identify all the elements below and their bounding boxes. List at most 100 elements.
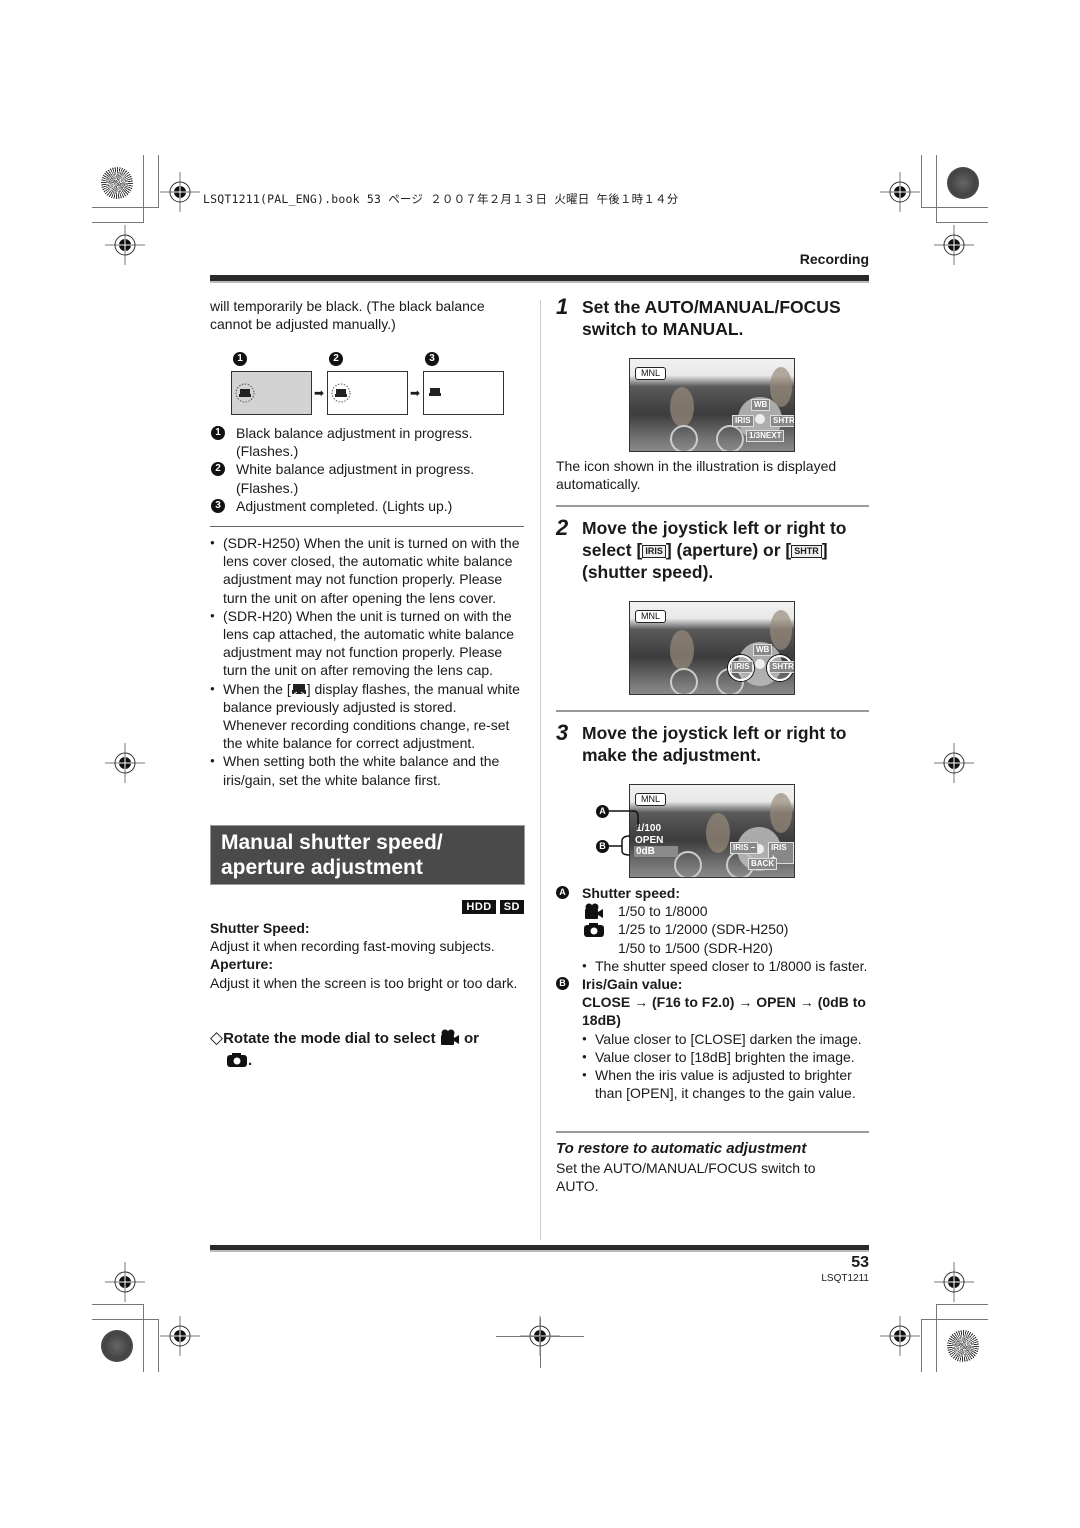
- instruction-text: ] (aperture) or [: [665, 540, 792, 560]
- step-number-1: 1: [233, 352, 247, 366]
- iris-readout: OPEN: [635, 835, 664, 846]
- iris-osd-icon: IRIS: [731, 661, 753, 673]
- callout-a: A: [556, 886, 569, 899]
- legend-text: Black balance adjustment in progress. (F…: [236, 425, 473, 460]
- diagram-panel-completed: [423, 371, 504, 415]
- callout-b: B: [556, 977, 569, 991]
- iris-gain-notes: Value closer to [CLOSE] darken the image…: [582, 1030, 872, 1103]
- iris-gain-heading: Iris/Gain value:: [582, 976, 683, 993]
- crosshair-target-icon: [160, 1316, 200, 1356]
- iris-osd-icon: IRIS: [732, 415, 754, 427]
- note-item: The shutter speed closer to 1/8000 is fa…: [582, 957, 872, 975]
- shutter-speed-heading: Shutter speed:: [582, 885, 681, 901]
- divider: [556, 710, 869, 712]
- arrow-right-icon: ➡: [314, 386, 325, 400]
- iris-icon: IRIS: [642, 545, 666, 558]
- video-range-text: 1/50 to 1/8000: [618, 903, 708, 920]
- note-item: (SDR-H250) When the unit is turned on wi…: [210, 534, 524, 607]
- wb-osd-icon: WB: [753, 644, 773, 656]
- column-separator: [540, 300, 541, 1240]
- lcd-screen-step1: MNL WB IRIS SHTR 1/3NEXT: [629, 358, 795, 452]
- wb-osd-icon: WB: [751, 399, 771, 411]
- diamond-icon: ◇: [210, 1028, 224, 1047]
- video-mode-icon: [585, 903, 603, 920]
- mode-dial-instruction: ◇Rotate the mode dial to select or .: [210, 1027, 524, 1072]
- legend-item: 2 White balance adjustment in progress. …: [210, 460, 520, 496]
- shtr-osd-icon: SHTR: [770, 415, 794, 427]
- note-item: Value closer to [18dB] brighten the imag…: [582, 1048, 872, 1066]
- doc-code: LSQT1211: [821, 1273, 869, 1284]
- legend-text: Adjustment completed. (Lights up.): [236, 497, 453, 514]
- crosshair-target-icon: [934, 743, 974, 783]
- white-balance-flashing-icon: [331, 383, 351, 403]
- shutter-speed-heading-row: A Shutter speed:: [556, 884, 872, 902]
- gain-readout: 0dB: [634, 846, 678, 857]
- iris-minus-osd-icon: IRIS −: [730, 842, 759, 854]
- note-item: When setting both the white balance and …: [210, 752, 524, 788]
- page-number: 53: [851, 1254, 869, 1271]
- arrow-right-icon: ➡: [410, 386, 421, 400]
- shutter-speed-details: A Shutter speed: 1/50 to 1/8000 1/25 to …: [556, 884, 872, 1102]
- step-number-3: 3: [425, 352, 439, 366]
- section-label: Recording: [799, 251, 869, 267]
- shtr-osd-icon: SHTR: [769, 661, 794, 673]
- shtr-icon: SHTR: [791, 545, 822, 558]
- callout-b-leader: [609, 835, 631, 856]
- legend-number: 2: [211, 462, 225, 477]
- note-item: (SDR-H20) When the unit is turned on wit…: [210, 607, 524, 680]
- step-number: 1: [556, 294, 569, 319]
- intro-text: will temporarily be black. (The black ba…: [210, 298, 485, 333]
- step-instruction: Set the AUTO/MANUAL/FOCUS switch to MANU…: [582, 297, 841, 339]
- lcd-screen-step3: MNL 1/100 OPEN 0dB IRIS − IRIS + BACK: [629, 784, 795, 878]
- crosshair-target-icon: [105, 225, 145, 265]
- aperture-text: Adjust it when the screen is too bright …: [210, 974, 518, 991]
- legend-item: 1 Black balance adjustment in progress. …: [210, 424, 520, 460]
- restore-heading: To restore to automatic adjustment: [556, 1140, 807, 1157]
- white-balance-flashing-icon: [235, 383, 255, 403]
- shutter-speed-heading: Shutter Speed:: [210, 920, 310, 936]
- note-item: Value closer to [CLOSE] darken the image…: [582, 1030, 872, 1048]
- crosshair-target-icon: [934, 1262, 974, 1302]
- white-balance-icon: [429, 388, 441, 396]
- step-number: 2: [556, 515, 569, 540]
- white-balance-icon: [291, 683, 306, 695]
- mnl-indicator: MNL: [635, 610, 667, 623]
- registration-disc-icon: [947, 167, 979, 199]
- divider: [210, 526, 524, 527]
- legend-text: White balance adjustment in progress. (F…: [236, 461, 475, 496]
- instruction-text: Rotate the mode dial to select: [223, 1030, 436, 1047]
- divider: [556, 505, 869, 507]
- note-text: When the [: [223, 680, 291, 697]
- divider: [556, 1131, 869, 1133]
- diagram-panel-white-balance: [327, 371, 408, 415]
- bottom-rule: [210, 1245, 869, 1250]
- media-badges: HDD SD: [420, 897, 524, 915]
- section-title: Manual shutter speed/ aperture adjustmen…: [210, 825, 525, 885]
- note-item: When the iris value is adjusted to brigh…: [582, 1066, 872, 1102]
- step1-caption: The icon shown in the illustration is di…: [556, 458, 837, 493]
- note-item: When the [] display flashes, the manual …: [210, 680, 524, 753]
- iris-gain-heading-row: B Iris/Gain value: CLOSE → (F16 to F2.0)…: [556, 975, 872, 1030]
- step-instruction: Move the joystick left or right to selec…: [582, 517, 872, 583]
- crosshair-target-icon: [160, 172, 200, 212]
- sd-badge: SD: [499, 900, 524, 914]
- shutter-speed-text: Adjust it when recording fast-moving sub…: [210, 938, 495, 955]
- back-osd-icon: BACK: [748, 858, 778, 870]
- callout-a-leader: [609, 810, 639, 827]
- legend-item: 3 Adjustment completed. (Lights up.): [210, 497, 520, 515]
- section-title-line: Manual shutter speed/: [221, 831, 443, 854]
- hdd-badge: HDD: [462, 900, 496, 914]
- photo-range-text: 1/50 to 1/500 (SDR-H20): [618, 939, 773, 956]
- crosshair-target-icon: [105, 743, 145, 783]
- notes-list: (SDR-H250) When the unit is turned on wi…: [210, 534, 524, 789]
- mnl-indicator: MNL: [635, 367, 667, 380]
- step-number: 3: [556, 720, 569, 745]
- aperture-heading: Aperture:: [210, 956, 274, 973]
- registration-disc-icon: [947, 1330, 979, 1362]
- legend-number: 1: [211, 426, 225, 440]
- lcd-screen-step2: MNL WB IRIS SHTR: [629, 601, 795, 695]
- step-instruction: Move the joystick left or right to make …: [582, 723, 847, 765]
- diagram-panel-black-balance: [231, 371, 312, 415]
- restore-text: Set the AUTO/MANUAL/FOCUS switch to AUTO…: [556, 1160, 816, 1195]
- iris-gain-sequence: CLOSE → (F16 to F2.0) → OPEN → (0dB to 1…: [582, 994, 866, 1029]
